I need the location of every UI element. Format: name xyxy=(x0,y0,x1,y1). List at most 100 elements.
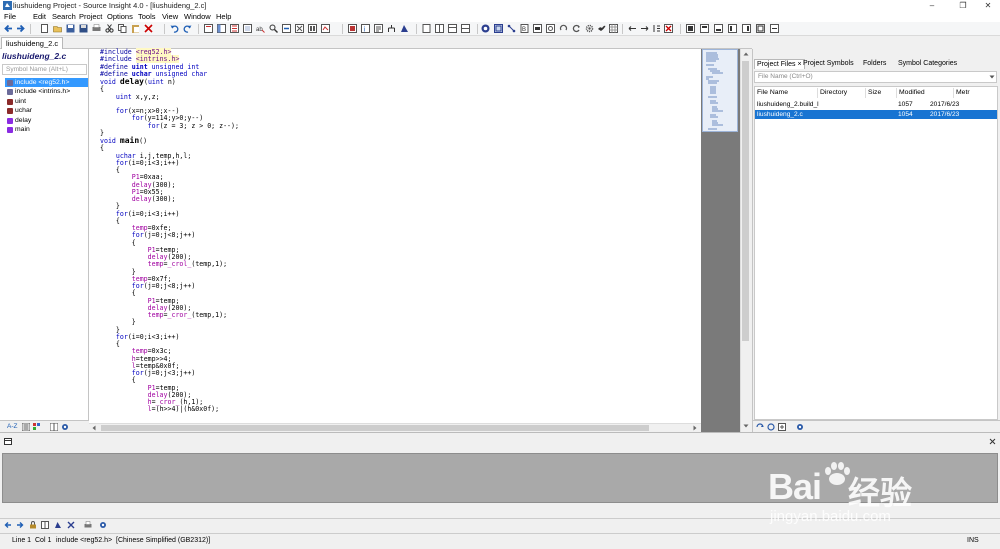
menu-search[interactable]: Search xyxy=(52,12,76,21)
activate-icon[interactable] xyxy=(533,24,542,33)
indent-right-icon[interactable] xyxy=(640,24,649,33)
stop-icon[interactable] xyxy=(664,24,673,33)
editor-horizontal-scrollbar[interactable] xyxy=(89,423,701,432)
relation-icon[interactable] xyxy=(507,24,516,33)
symbol-search-input[interactable]: Symbol Name (Alt+L) xyxy=(2,64,87,75)
grid-icon[interactable] xyxy=(609,24,618,33)
scroll-down-icon[interactable] xyxy=(743,423,749,429)
code-line[interactable]: void main() xyxy=(100,137,239,145)
macro-icon[interactable] xyxy=(400,24,409,33)
minimize-button[interactable]: – xyxy=(920,0,944,11)
panel-f-icon[interactable] xyxy=(756,24,765,33)
add-file-icon[interactable] xyxy=(778,423,786,431)
panel-g-icon[interactable] xyxy=(770,24,779,33)
cut-icon[interactable] xyxy=(105,24,114,33)
editor-vertical-scrollbar[interactable] xyxy=(740,49,750,432)
print-icon[interactable] xyxy=(84,521,92,529)
symbol-window-icon[interactable] xyxy=(481,24,490,33)
scroll-left-icon[interactable] xyxy=(91,425,97,431)
close-window-button[interactable]: ✕ xyxy=(976,0,1000,11)
copy-symbol-icon[interactable] xyxy=(348,24,357,33)
symbol-item[interactable]: uchar xyxy=(5,106,88,115)
relation-window-icon[interactable] xyxy=(230,24,239,33)
code-line[interactable]: uint x,y,z; xyxy=(100,93,239,101)
code-line[interactable]: } xyxy=(100,318,239,326)
code-editor[interactable]: #include <reg52.h> #include <intrins.h> #d… xyxy=(89,48,701,423)
code-line[interactable]: for(i=0;i<3;i++) xyxy=(100,333,239,341)
menu-edit[interactable]: Edit xyxy=(33,12,46,21)
cycle-icon[interactable] xyxy=(572,24,581,33)
code-line[interactable]: l=(h>>4)|(h&0x0f); xyxy=(100,405,239,413)
column-header-modified[interactable]: Modified xyxy=(897,88,954,98)
tab-project-symbols[interactable]: Project Symbols xyxy=(801,59,856,69)
horizontal-scroll-thumb[interactable] xyxy=(101,425,649,431)
window-list-icon[interactable] xyxy=(448,24,457,33)
symbol-item[interactable]: include <intrins.h> xyxy=(5,87,88,96)
book-icon[interactable] xyxy=(41,521,49,529)
print-icon[interactable] xyxy=(92,24,101,33)
settings-icon[interactable] xyxy=(585,24,594,33)
macro-icon[interactable] xyxy=(54,521,62,529)
category-view-icon[interactable] xyxy=(33,423,41,431)
chevron-down-icon[interactable] xyxy=(989,74,995,80)
call-tree-icon[interactable] xyxy=(387,24,396,33)
back-icon[interactable] xyxy=(4,24,13,33)
refresh-icon[interactable] xyxy=(767,423,775,431)
tab-folders[interactable]: Folders xyxy=(861,59,888,69)
forward-icon[interactable] xyxy=(16,24,25,33)
symbol-item[interactable]: uint xyxy=(5,97,88,106)
panel-d-icon[interactable] xyxy=(728,24,737,33)
vertical-scroll-thumb[interactable] xyxy=(742,61,749,341)
open-file-icon[interactable] xyxy=(53,24,62,33)
menu-help[interactable]: Help xyxy=(216,12,231,21)
minimap-viewport[interactable] xyxy=(702,49,738,132)
indent-left-icon[interactable] xyxy=(628,24,637,33)
scroll-up-icon[interactable] xyxy=(743,51,749,57)
source-code[interactable]: #include <reg52.h> #include <intrins.h> #d… xyxy=(100,48,239,414)
menu-view[interactable]: View xyxy=(162,12,178,21)
forward-icon[interactable] xyxy=(16,521,24,529)
save-all-icon[interactable] xyxy=(79,24,88,33)
lookup-references-icon[interactable] xyxy=(374,24,383,33)
bird-icon[interactable] xyxy=(597,24,606,33)
menu-options[interactable]: Options xyxy=(107,12,133,21)
overview-minimap[interactable] xyxy=(701,49,740,432)
panel-b-icon[interactable] xyxy=(700,24,709,33)
gear-icon[interactable] xyxy=(796,423,804,431)
preview-icon[interactable] xyxy=(546,24,555,33)
sort-az-button[interactable]: A-Z xyxy=(7,423,17,430)
save-icon[interactable] xyxy=(66,24,75,33)
code-line[interactable]: delay(300); xyxy=(100,195,239,203)
tab-liushuideng-2-c[interactable]: liushuideng_2.c xyxy=(1,37,64,49)
code-line[interactable]: for(z = 3; z > 0; z--); xyxy=(100,122,239,130)
goto-definition-icon[interactable] xyxy=(282,24,291,33)
column-header-directory[interactable]: Directory xyxy=(818,88,866,98)
symbol-item[interactable]: main xyxy=(5,125,88,134)
tab-symbol-categories[interactable]: Symbol Categories xyxy=(896,59,959,69)
delete-icon[interactable] xyxy=(144,24,153,33)
back-icon[interactable] xyxy=(4,521,12,529)
jump-icon[interactable] xyxy=(295,24,304,33)
search-files-icon[interactable] xyxy=(269,24,278,33)
loop-icon[interactable] xyxy=(559,24,568,33)
redo-icon[interactable] xyxy=(183,24,192,33)
symbol-info-icon[interactable]: i xyxy=(361,24,370,33)
code-line[interactable]: for(i=0;i<3;i++) xyxy=(100,210,239,218)
panel-a-icon[interactable] xyxy=(686,24,695,33)
menu-tools[interactable]: Tools xyxy=(138,12,156,21)
copy-icon[interactable] xyxy=(118,24,127,33)
file-name-search-input[interactable]: File Name (Ctrl+O) xyxy=(754,71,997,83)
toggle-panel-icon[interactable] xyxy=(217,24,226,33)
symbol-item[interactable]: include <reg52.h> xyxy=(5,78,88,87)
file-row[interactable]: liushuideng_2.build_l 1057 2017/6/23 xyxy=(755,100,997,109)
context-window-icon[interactable] xyxy=(243,24,252,33)
menu-window[interactable]: Window xyxy=(184,12,211,21)
panel-e-icon[interactable] xyxy=(742,24,751,33)
column-header-file-name[interactable]: File Name xyxy=(755,88,818,98)
menu-project[interactable]: Project xyxy=(79,12,102,21)
clip-window-icon[interactable]: B xyxy=(520,24,529,33)
project-window-icon[interactable] xyxy=(494,24,503,33)
new-file-icon[interactable] xyxy=(40,24,49,33)
document-icon[interactable] xyxy=(422,24,431,33)
outline-icon[interactable] xyxy=(652,24,661,33)
